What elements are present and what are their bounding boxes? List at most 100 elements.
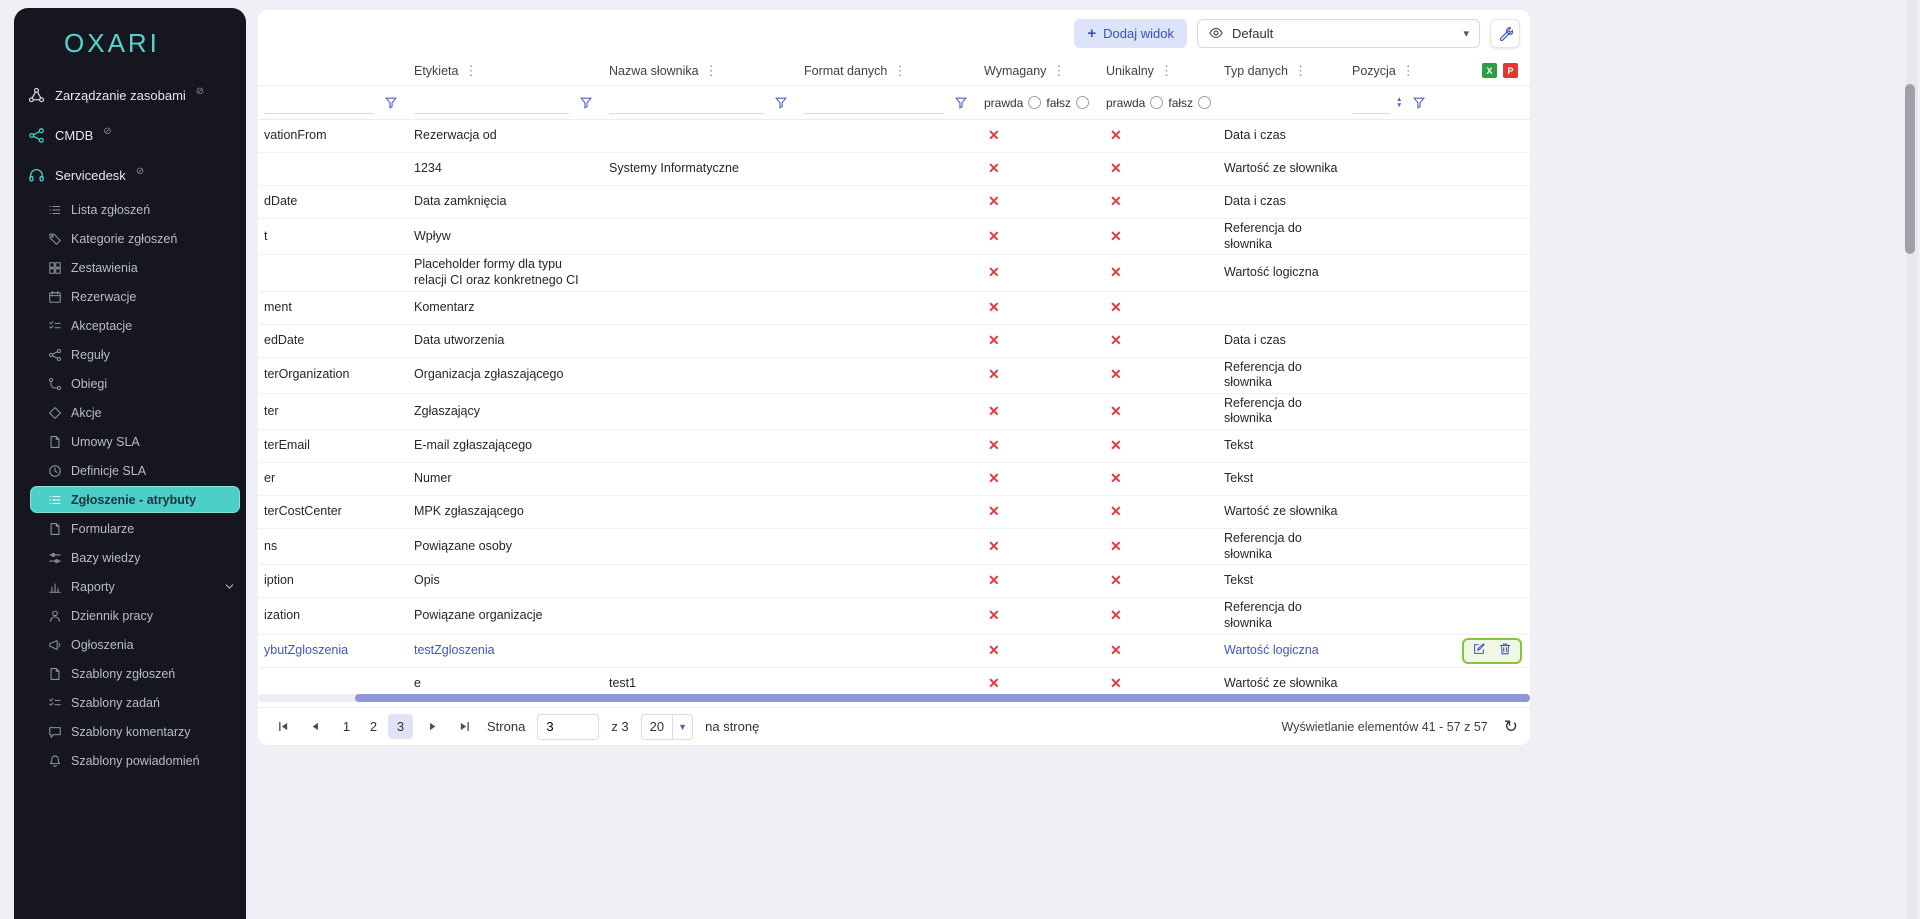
cell-type: Wartość ze słownika — [1218, 502, 1346, 522]
sidebar-item-definicje-sla[interactable]: Definicje SLA — [14, 456, 246, 485]
table-row[interactable]: 1234Systemy Informatyczne✕✕Wartość ze sł… — [258, 153, 1530, 186]
cell-type: Tekst — [1218, 571, 1346, 591]
radio-wymagany-prawda[interactable] — [1028, 96, 1041, 109]
sidebar-item-zarzadzanie-zasobami[interactable]: Zarządzanie zasobami⊘ — [14, 75, 246, 115]
sidebar-item-formularze[interactable]: Formularze — [14, 514, 246, 543]
table-row[interactable]: Placeholder formy dla typu relacji CI or… — [258, 255, 1530, 291]
table-row[interactable]: etest1✕✕Wartość ze słownika — [258, 668, 1530, 690]
column-menu-icon[interactable]: ⋮ — [1160, 63, 1173, 79]
column-menu-icon[interactable]: ⋮ — [893, 63, 906, 79]
table-row[interactable]: terOrganizationOrganizacja zgłaszającego… — [258, 358, 1530, 394]
next-page-button[interactable] — [419, 714, 445, 740]
table-row[interactable]: nsPowiązane osoby✕✕Referencja do słownik… — [258, 529, 1530, 565]
number-stepper-icon[interactable]: ▲▼ — [1396, 97, 1402, 109]
vertical-scrollbar[interactable] — [1906, 0, 1918, 919]
table-row[interactable]: tWpływ✕✕Referencja do słownika — [258, 219, 1530, 255]
page-number-input[interactable] — [537, 714, 599, 740]
sidebar-item-umowy-sla[interactable]: Umowy SLA — [14, 427, 246, 456]
sidebar-item-zgloszenie-atrybuty[interactable]: Zgłoszenie - atrybuty — [30, 486, 240, 513]
filter-funnel-button[interactable] — [380, 92, 402, 114]
prev-page-button[interactable] — [302, 714, 328, 740]
table-row[interactable]: ybutZgloszeniatestZgloszenia✕✕Wartość lo… — [258, 635, 1530, 668]
sidebar-item-ogloszenia[interactable]: Ogłoszenia — [14, 630, 246, 659]
settings-wrench-button[interactable] — [1490, 19, 1520, 48]
sidebar-item-servicedesk[interactable]: Servicedesk⊘ — [14, 155, 246, 195]
add-view-button[interactable]: + Dodaj widok — [1074, 19, 1187, 48]
sidebar-item-kategorie-zgloszen[interactable]: Kategorie zgłoszeń — [14, 224, 246, 253]
sidebar-item-dziennik-pracy[interactable]: Dziennik pracy — [14, 601, 246, 630]
page-size-select[interactable]: 20 ▼ — [641, 714, 693, 740]
sidebar-item-lista-zgloszen[interactable]: Lista zgłoszeń — [14, 195, 246, 224]
cell-dictionary: Systemy Informatyczne — [603, 159, 798, 179]
view-select[interactable]: Default ▾ — [1197, 19, 1480, 48]
filter-funnel-button[interactable] — [770, 92, 792, 114]
cell-label: Zgłaszający — [408, 402, 603, 422]
sidebar-item-bazy-wiedzy[interactable]: Bazy wiedzy — [14, 543, 246, 572]
delete-row-button[interactable] — [1493, 641, 1517, 661]
table-body: vationFromRezerwacja od✕✕Data i czas1234… — [258, 120, 1530, 689]
sidebar-item-cmdb[interactable]: CMDB⊘ — [14, 115, 246, 155]
filter-funnel-button[interactable] — [950, 92, 972, 114]
column-menu-icon[interactable]: ⋮ — [464, 63, 477, 79]
page-button-3[interactable]: 3 — [388, 714, 413, 739]
table-row[interactable]: erNumer✕✕Tekst — [258, 463, 1530, 496]
bell-icon — [48, 754, 62, 768]
table-row[interactable]: vationFromRezerwacja od✕✕Data i czas — [258, 120, 1530, 153]
first-page-button[interactable] — [270, 714, 296, 740]
sidebar-item-szablony-powiadomien[interactable]: Szablony powiadomień — [14, 746, 246, 775]
page-label: Strona — [487, 719, 525, 734]
sidebar-item-akceptacje[interactable]: Akceptacje — [14, 311, 246, 340]
radio-unikalny-prawda[interactable] — [1150, 96, 1163, 109]
last-page-button[interactable] — [451, 714, 477, 740]
page-button-2[interactable]: 2 — [361, 714, 386, 739]
sidebar-item-szablony-zgloszen[interactable]: Szablony zgłoszeń — [14, 659, 246, 688]
cell-required: ✕ — [978, 330, 1100, 352]
vertical-scrollbar-thumb[interactable] — [1905, 84, 1915, 254]
radio-unikalny-falsz[interactable] — [1198, 96, 1211, 109]
pdf-export-icon[interactable]: P — [1503, 63, 1518, 78]
table-row[interactable]: dDateData zamknięcia✕✕Data i czas — [258, 186, 1530, 219]
cell-type: Data i czas — [1218, 192, 1346, 212]
column-menu-icon[interactable]: ⋮ — [1402, 63, 1415, 79]
sidebar-item-obiegi[interactable]: Obiegi — [14, 369, 246, 398]
table-row[interactable]: terCostCenterMPK zgłaszającego✕✕Wartość … — [258, 496, 1530, 529]
radio-wymagany-falsz[interactable] — [1076, 96, 1089, 109]
table-row[interactable]: izationPowiązane organizacje✕✕Referencja… — [258, 598, 1530, 634]
page-button-1[interactable]: 1 — [334, 714, 359, 739]
required-false-icon: ✕ — [984, 403, 1000, 419]
table-row[interactable]: terEmailE-mail zgłaszającego✕✕Tekst — [258, 430, 1530, 463]
required-false-icon: ✕ — [984, 642, 1000, 658]
sidebar-item-label: Szablony zadań — [71, 696, 160, 710]
horizontal-scrollbar[interactable] — [258, 691, 1530, 705]
sidebar-item-rezerwacje[interactable]: Rezerwacje — [14, 282, 246, 311]
sidebar-item-raporty[interactable]: Raporty — [14, 572, 246, 601]
table-row[interactable]: iptionOpis✕✕Tekst — [258, 565, 1530, 598]
filter-input-nazwa-slownika[interactable] — [609, 92, 764, 114]
scrollbar-thumb[interactable] — [355, 694, 1530, 702]
table-row[interactable]: terZgłaszający✕✕Referencja do słownika — [258, 394, 1530, 430]
filter-funnel-button[interactable] — [575, 92, 597, 114]
sidebar-item-zestawienia[interactable]: Zestawienia — [14, 253, 246, 282]
column-menu-icon[interactable]: ⋮ — [705, 63, 718, 79]
sidebar-item-akcje[interactable]: Akcje — [14, 398, 246, 427]
filter-input-name[interactable] — [264, 92, 374, 114]
filter-funnel-button[interactable] — [1408, 92, 1430, 114]
restricted-badge-icon: ⊘ — [136, 166, 144, 177]
column-menu-icon[interactable]: ⋮ — [1052, 63, 1065, 79]
table-row[interactable]: mentKomentarz✕✕ — [258, 292, 1530, 325]
column-menu-icon[interactable]: ⋮ — [1294, 63, 1307, 79]
filter-input-format-danych[interactable] — [804, 92, 944, 114]
edit-row-button[interactable] — [1467, 641, 1491, 661]
table-row[interactable]: edDateData utworzenia✕✕Data i czas — [258, 325, 1530, 358]
cell-required: ✕ — [978, 364, 1100, 386]
cell-actions — [1446, 235, 1530, 239]
filter-input-pozycja[interactable] — [1352, 92, 1390, 114]
sidebar-item-szablony-komentarzy[interactable]: Szablony komentarzy — [14, 717, 246, 746]
sidebar-item-reguly[interactable]: Reguły — [14, 340, 246, 369]
sidebar-item-szablony-zadan[interactable]: Szablony zadań — [14, 688, 246, 717]
filter-input-etykieta[interactable] — [414, 92, 569, 114]
cell-dictionary — [603, 510, 798, 514]
cell-format — [798, 339, 978, 343]
refresh-icon[interactable]: ↻ — [1504, 717, 1518, 737]
excel-export-icon[interactable]: X — [1482, 63, 1497, 78]
